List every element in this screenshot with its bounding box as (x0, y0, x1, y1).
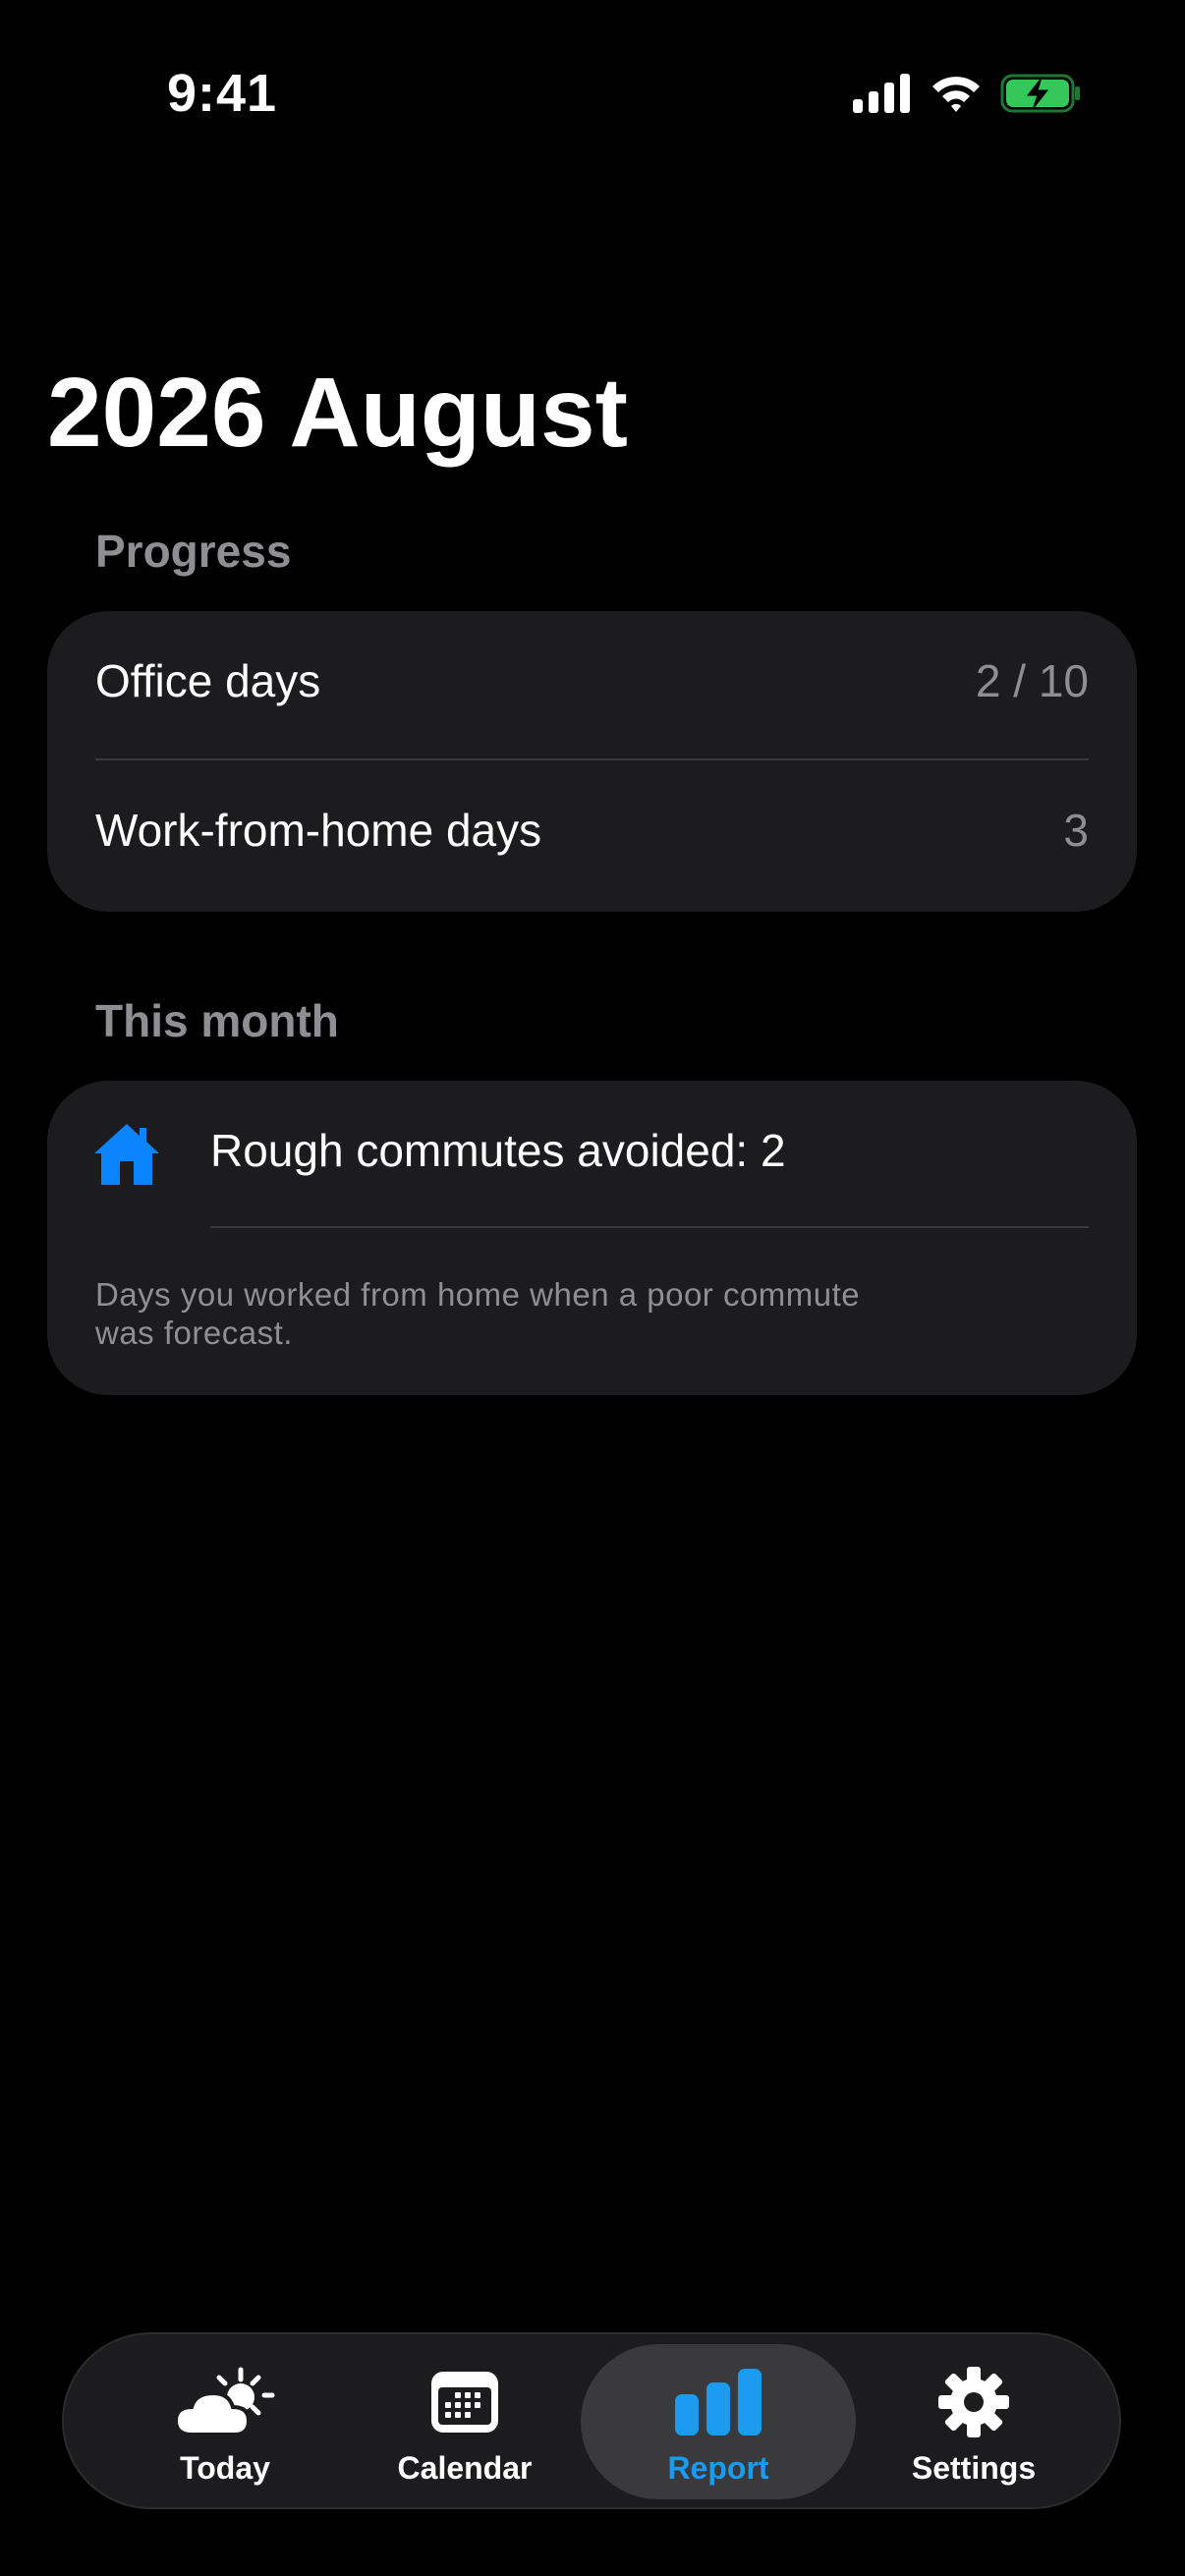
house-icon (92, 1122, 161, 1192)
bar-chart-icon (673, 2366, 763, 2438)
this-month-section-header: This month (95, 995, 339, 1046)
tab-report-label: Report (667, 2450, 769, 2486)
wfh-days-label: Work-from-home days (95, 805, 542, 856)
gear-icon (936, 2366, 1011, 2438)
wifi-icon (930, 73, 983, 119)
status-bar: 9:41 (0, 0, 1185, 138)
office-days-label: Office days (95, 655, 321, 706)
progress-section-header: Progress (95, 526, 292, 577)
weather-icon (174, 2366, 276, 2438)
progress-card: Office days 2 / 10 Work-from-home days 3 (47, 611, 1137, 912)
tab-calendar[interactable]: Calendar (327, 2344, 602, 2499)
status-time: 9:41 (167, 64, 278, 123)
tab-bar: Today Calendar Report Settings (62, 2332, 1121, 2509)
tab-calendar-label: Calendar (397, 2450, 533, 2486)
tab-settings-label: Settings (911, 2450, 1037, 2486)
tab-today[interactable]: Today (87, 2344, 363, 2499)
this-month-divider (210, 1226, 1089, 1228)
progress-divider (95, 758, 1089, 760)
office-days-row: Office days 2 / 10 (95, 654, 1089, 707)
page-title: 2026 August (47, 358, 628, 468)
tab-report[interactable]: Report (581, 2344, 856, 2499)
calendar-icon (429, 2366, 500, 2438)
wfh-days-row: Work-from-home days 3 (95, 804, 1089, 857)
signal-icon (853, 74, 912, 118)
wfh-days-value: 3 (1063, 805, 1089, 856)
tab-settings[interactable]: Settings (836, 2344, 1111, 2499)
office-days-value: 2 / 10 (975, 655, 1089, 706)
status-icons (853, 73, 1081, 119)
tab-today-label: Today (180, 2450, 270, 2486)
this-month-card: Rough commutes avoided: 2 Days you worke… (47, 1081, 1137, 1395)
rough-commutes-label: Rough commutes avoided: 2 (210, 1125, 786, 1176)
battery-charging-icon (1000, 74, 1081, 118)
rough-commutes-footnote: Days you worked from home when a poor co… (95, 1276, 861, 1351)
